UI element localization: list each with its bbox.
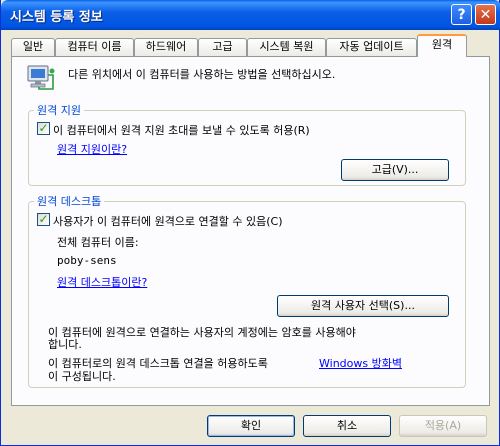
help-icon: ? — [457, 6, 466, 23]
windows-firewall-link[interactable]: Windows 방화벽 — [319, 355, 402, 371]
header-text: 다른 위치에서 이 컴퓨터를 사용하는 방법을 선택하십시오. — [68, 68, 336, 81]
cancel-button[interactable]: 취소 — [303, 415, 391, 437]
password-note-line1: 이 컴퓨터에 원격으로 연결하는 사용자의 계정에는 암호를 사용해야 — [48, 326, 356, 339]
window-title: 시스템 등록 정보 — [10, 10, 103, 25]
remote-desktop-checkbox-label[interactable]: 사용자가 이 컴퓨터에 원격으로 연결할 수 있음(C) — [53, 213, 283, 229]
system-properties-window: 시스템 등록 정보 ? ✕ 일반 컴퓨터 이름 하드웨어 고급 시스템 복원 자… — [0, 0, 500, 446]
tab-computer-name[interactable]: 컴퓨터 이름 — [55, 38, 134, 56]
password-note-line2: 합니다. — [48, 338, 82, 351]
ok-button[interactable]: 확인 — [207, 415, 295, 437]
checkmark-icon: ✓ — [38, 212, 49, 226]
remote-desktop-checkbox[interactable]: ✓ — [37, 213, 50, 226]
full-computer-name-label: 전체 컴퓨터 이름: — [57, 236, 139, 249]
tab-remote[interactable]: 원격 — [417, 34, 467, 57]
firewall-note-line2: 이 구성됩니다. — [48, 370, 116, 383]
tab-system-restore[interactable]: 시스템 복원 — [247, 38, 326, 56]
tab-hardware[interactable]: 하드웨어 — [134, 38, 198, 56]
close-button[interactable]: ✕ — [475, 4, 496, 25]
remote-assistance-checkbox-label[interactable]: 이 컴퓨터에서 원격 지원 초대를 보낼 수 있도록 허용(R) — [53, 122, 310, 138]
computer-name-value: poby-sens — [57, 254, 117, 267]
title-bar[interactable]: 시스템 등록 정보 ? ✕ — [1, 0, 500, 30]
tab-advanced[interactable]: 고급 — [198, 38, 247, 56]
remote-assistance-title: 원격 지원 — [34, 102, 84, 118]
tab-general[interactable]: 일반 — [11, 38, 55, 56]
close-icon: ✕ — [479, 6, 492, 23]
apply-button[interactable]: 적용(A) — [399, 415, 487, 437]
remote-desktop-title: 원격 데스크톱 — [34, 193, 105, 209]
remote-assistance-help-link[interactable]: 원격 지원이란? — [57, 141, 127, 157]
remote-assistance-checkbox[interactable]: ✓ — [37, 122, 50, 135]
help-button[interactable]: ? — [451, 4, 472, 25]
tab-automatic-updates[interactable]: 자동 업데이트 — [326, 38, 417, 56]
remote-desktop-help-link[interactable]: 원격 데스크톱이란? — [57, 274, 147, 290]
checkmark-icon: ✓ — [38, 121, 49, 135]
advanced-button[interactable]: 고급(V)... — [341, 159, 449, 181]
computer-network-icon — [27, 65, 55, 90]
select-remote-users-button[interactable]: 원격 사용자 선택(S)... — [277, 295, 449, 317]
